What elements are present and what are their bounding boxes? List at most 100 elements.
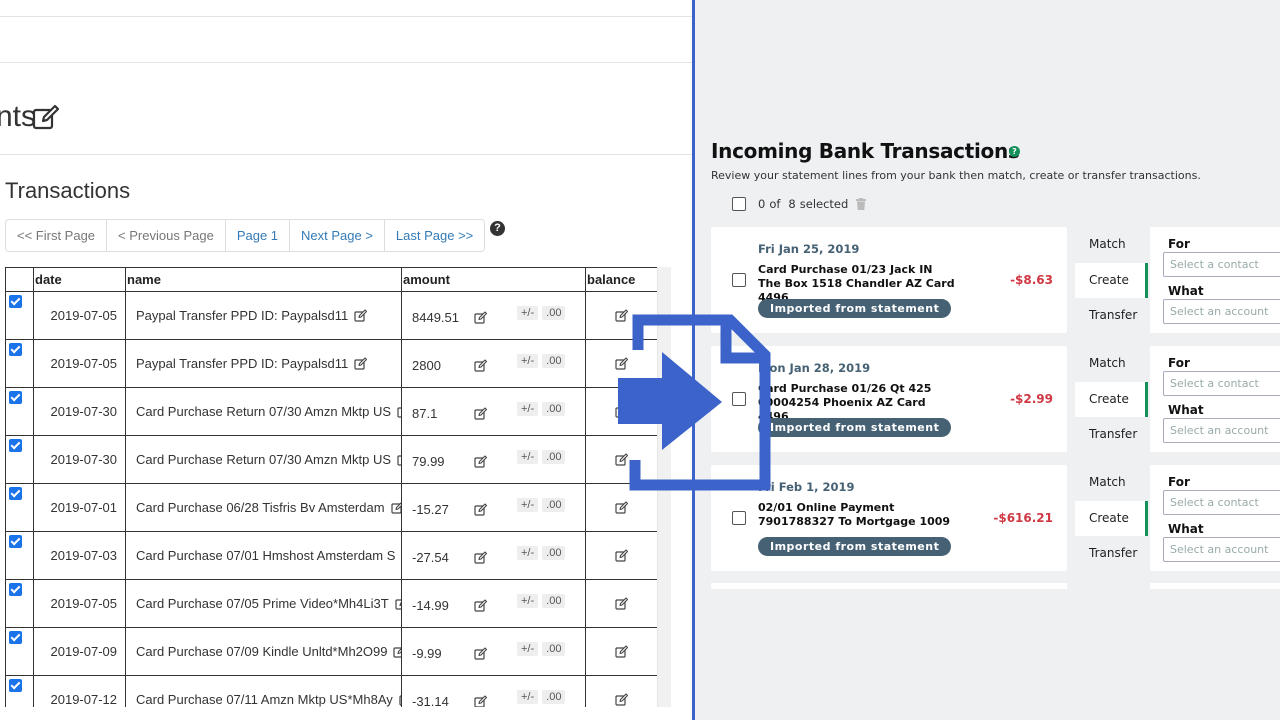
edit-icon[interactable] <box>474 455 487 468</box>
row-checkbox[interactable] <box>9 343 22 356</box>
edit-icon[interactable] <box>397 405 401 418</box>
toggle-sign-button[interactable]: +/- <box>517 498 539 512</box>
round-cents-button[interactable]: .00 <box>542 642 566 656</box>
round-cents-button[interactable]: .00 <box>542 498 566 512</box>
import-arrow-icon <box>618 314 771 491</box>
edit-icon[interactable] <box>393 645 401 658</box>
account-select[interactable]: Select an account <box>1163 299 1280 324</box>
round-cents-button[interactable]: .00 <box>542 354 566 368</box>
toggle-sign-button[interactable]: +/- <box>517 306 539 320</box>
line-checkbox[interactable] <box>732 273 746 287</box>
round-cents-button[interactable]: .00 <box>542 450 566 464</box>
amount-text: -9.99 <box>412 646 442 661</box>
name-text: Card Purchase 07/09 Kindle Unltd*Mh2O99 <box>136 644 388 659</box>
tab-create[interactable]: Create <box>1075 501 1148 536</box>
contact-select[interactable]: Select a contact <box>1163 371 1280 396</box>
edit-icon[interactable] <box>474 695 487 707</box>
tab-transfer[interactable]: Transfer <box>1075 536 1148 571</box>
action-tabs: Match Create Transfer <box>1075 465 1148 571</box>
edit-icon[interactable] <box>390 501 402 514</box>
edit-icon[interactable] <box>474 359 487 372</box>
column-header-name[interactable]: name <box>125 267 402 292</box>
column-header-amount[interactable]: amount <box>401 267 586 292</box>
toggle-sign-button[interactable]: +/- <box>517 546 539 560</box>
trash-icon[interactable] <box>856 198 867 210</box>
round-cents-button[interactable]: .00 <box>542 306 566 320</box>
what-label: What <box>1168 284 1204 298</box>
edit-icon[interactable] <box>615 501 628 514</box>
row-checkbox[interactable] <box>9 583 22 596</box>
imported-badge: Imported from statement <box>758 418 952 437</box>
toggle-sign-button[interactable]: +/- <box>517 594 539 608</box>
transactions-table: date name amount balance 2019-07-05 Paypa… <box>5 267 657 707</box>
toggle-sign-button[interactable]: +/- <box>517 690 539 704</box>
edit-icon[interactable] <box>615 549 628 562</box>
toggle-sign-button[interactable]: +/- <box>517 642 539 656</box>
tab-transfer[interactable]: Transfer <box>1075 298 1148 333</box>
edit-icon[interactable] <box>615 693 628 706</box>
tab-match[interactable]: Match <box>1075 346 1148 381</box>
row-checkbox[interactable] <box>9 439 22 452</box>
help-icon[interactable]: ? <box>1009 146 1020 157</box>
edit-icon[interactable] <box>474 311 487 324</box>
line-date: Fri Jan 25, 2019 <box>758 242 860 256</box>
edit-icon[interactable] <box>474 503 487 516</box>
row-checkbox[interactable] <box>9 631 22 644</box>
amount-cell: 79.99 +/- .00 <box>401 435 586 484</box>
edit-icon[interactable] <box>395 597 402 610</box>
edit-icon[interactable] <box>354 357 368 370</box>
edit-icon[interactable] <box>474 599 487 612</box>
action-tabs: Match Create Transfer <box>1075 227 1148 333</box>
round-cents-button[interactable]: .00 <box>542 402 566 416</box>
tab-match[interactable]: Match <box>1075 227 1148 262</box>
select-all-checkbox[interactable] <box>732 197 746 211</box>
toggle-sign-button[interactable]: +/- <box>517 402 539 416</box>
edit-icon[interactable] <box>615 645 628 658</box>
contact-select[interactable]: Select a contact <box>1163 252 1280 277</box>
next-page-button[interactable]: Next Page > <box>290 220 385 251</box>
edit-icon[interactable] <box>474 551 487 564</box>
table-row: 2019-07-30 Card Purchase Return 07/30 Amz… <box>5 387 657 436</box>
round-cents-button[interactable]: .00 <box>542 546 566 560</box>
table-row: 2019-07-01 Card Purchase 06/28 Tisfris Bv… <box>5 483 657 532</box>
tab-match[interactable]: Match <box>1075 465 1148 500</box>
row-checkbox[interactable] <box>9 487 22 500</box>
edit-icon[interactable] <box>354 309 368 322</box>
edit-icon[interactable] <box>397 453 401 466</box>
tab-create[interactable]: Create <box>1075 382 1148 417</box>
tab-create[interactable]: Create <box>1075 263 1148 298</box>
edit-icon[interactable] <box>474 407 487 420</box>
help-icon[interactable]: ? <box>490 221 505 236</box>
last-page-button[interactable]: Last Page >> <box>384 220 485 251</box>
row-select-cell <box>5 531 34 580</box>
page-subtitle: Review your statement lines from your ba… <box>711 169 1201 182</box>
previous-page-button[interactable]: < Previous Page <box>107 220 226 251</box>
column-header-date[interactable]: date <box>33 267 126 292</box>
edit-icon[interactable] <box>32 104 60 132</box>
pagination: << First Page < Previous Page Page 1 Nex… <box>5 219 486 252</box>
edit-icon[interactable] <box>474 647 487 660</box>
page-1-button[interactable]: Page 1 <box>225 220 291 251</box>
line-checkbox[interactable] <box>732 511 746 525</box>
name-cell: Card Purchase 06/28 Tisfris Bv Amsterdam <box>125 483 402 532</box>
selected-count: 0 <box>758 197 766 211</box>
date-cell: 2019-07-05 <box>33 579 126 628</box>
create-form: For Select a contact What Select an account <box>1150 346 1280 452</box>
contact-select[interactable]: Select a contact <box>1163 490 1280 515</box>
first-page-button[interactable]: << First Page <box>6 220 108 251</box>
round-cents-button[interactable]: .00 <box>542 594 566 608</box>
row-checkbox[interactable] <box>9 535 22 548</box>
row-checkbox[interactable] <box>9 295 22 308</box>
what-label: What <box>1168 403 1204 417</box>
edit-icon[interactable] <box>615 597 628 610</box>
account-select[interactable]: Select an account <box>1163 537 1280 562</box>
toggle-sign-button[interactable]: +/- <box>517 354 539 368</box>
toggle-sign-button[interactable]: +/- <box>517 450 539 464</box>
row-checkbox[interactable] <box>9 679 22 692</box>
account-select[interactable]: Select an account <box>1163 418 1280 443</box>
tab-transfer[interactable]: Transfer <box>1075 417 1148 452</box>
column-header-balance[interactable]: balance <box>585 267 657 292</box>
row-checkbox[interactable] <box>9 391 22 404</box>
name-text: Paypal Transfer PPD ID: Paypalsd11 <box>136 308 349 323</box>
round-cents-button[interactable]: .00 <box>542 690 566 704</box>
